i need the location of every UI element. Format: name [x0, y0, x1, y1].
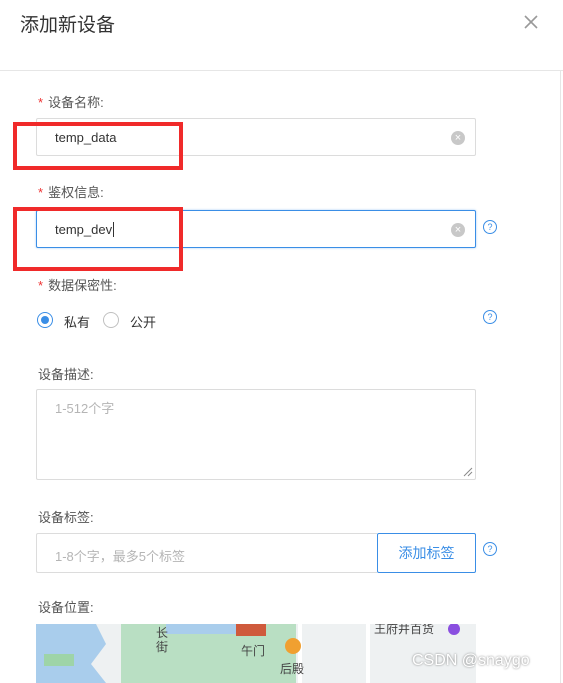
map-label: 王府井百货 — [374, 624, 435, 636]
description-label: 设备描述: — [38, 367, 94, 382]
help-circle-icon[interactable]: ? — [483, 220, 497, 234]
clear-icon[interactable]: × — [451, 131, 465, 145]
location-map[interactable]: 长 街 午门 后殿 王府井百货 — [36, 624, 476, 683]
tags-placeholder: 1-8个字，最多5个标签 — [55, 549, 186, 564]
dialog-title: 添加新设备 — [20, 15, 116, 36]
close-icon[interactable] — [520, 11, 542, 33]
required-mark: * — [38, 278, 44, 293]
clear-icon[interactable]: × — [451, 223, 465, 237]
radio-public-label: 公开 — [130, 315, 157, 330]
map-label: 街 — [156, 640, 169, 654]
radio-private[interactable] — [37, 312, 53, 328]
device-name-label: * 设备名称: — [38, 95, 104, 110]
highlight-box — [13, 207, 183, 271]
dialog-header: 添加新设备 — [0, 0, 563, 71]
radio-private-label: 私有 — [64, 315, 91, 330]
description-placeholder: 1-512个字 — [55, 401, 115, 416]
description-textarea[interactable]: 1-512个字 — [36, 389, 476, 480]
add-tag-button[interactable]: 添加标签 — [377, 533, 476, 573]
map-label: 午门 — [241, 644, 266, 658]
watermark: CSDN @snaygo — [412, 652, 530, 669]
resize-handle-icon[interactable] — [463, 467, 473, 477]
dialog-scroll-edge — [560, 70, 561, 683]
tags-input[interactable]: 1-8个字，最多5个标签 — [36, 533, 377, 573]
tags-label: 设备标签: — [38, 510, 94, 525]
map-label: 后殿 — [280, 662, 305, 676]
required-mark: * — [38, 95, 44, 110]
help-circle-icon[interactable]: ? — [483, 310, 497, 324]
required-mark: * — [38, 185, 44, 200]
help-circle-icon[interactable]: ? — [483, 542, 497, 556]
privacy-label: * 数据保密性: — [38, 278, 117, 293]
radio-public[interactable] — [103, 312, 119, 328]
highlight-box — [13, 122, 183, 170]
location-label: 设备位置: — [38, 600, 94, 615]
auth-info-label: * 鉴权信息: — [38, 185, 104, 200]
